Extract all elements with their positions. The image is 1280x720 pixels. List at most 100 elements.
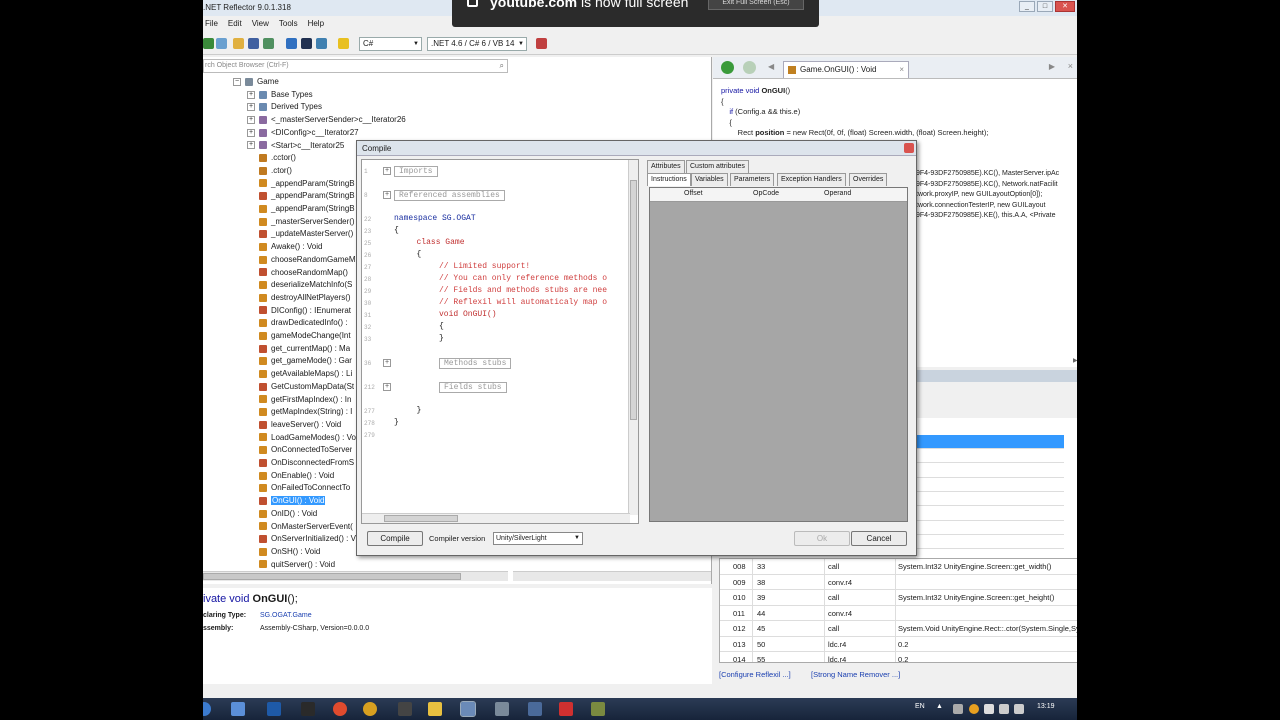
header-opcode[interactable]: OpCode xyxy=(753,190,779,197)
back-icon[interactable] xyxy=(203,38,214,49)
list-item[interactable] xyxy=(916,535,1064,550)
tree-item[interactable]: LoadGameModes() : Vo xyxy=(247,432,356,445)
tree-item[interactable]: getMapIndex(String) : I xyxy=(247,406,352,419)
bookmark-icon[interactable] xyxy=(338,38,349,49)
checkbox-icon[interactable] xyxy=(467,0,478,7)
list-item[interactable] xyxy=(916,449,1064,464)
menu-help[interactable]: Help xyxy=(308,16,324,31)
scroll-thumb[interactable] xyxy=(630,180,637,420)
tree-item[interactable]: get_gameMode() : Gar xyxy=(247,355,352,368)
tree-item[interactable]: deserializeMatchInfo(S xyxy=(247,279,352,292)
tree-item[interactable]: _appendParam(StringB xyxy=(247,190,355,203)
tree-item[interactable]: Awake() : Void xyxy=(247,241,322,254)
search-input[interactable]: rch Object Browser (Ctrl-F) ⌕ xyxy=(203,59,508,73)
tab-exception-handlers[interactable]: Exception Handlers xyxy=(777,173,846,186)
tray-icon[interactable] xyxy=(984,704,994,714)
open-icon[interactable] xyxy=(233,38,244,49)
tree-item[interactable]: _appendParam(StringB xyxy=(247,203,355,216)
app-icon[interactable] xyxy=(591,702,605,716)
tab-scroll-left-icon[interactable]: ◀ xyxy=(768,62,774,71)
tree-item[interactable]: GetCustomMapData(St xyxy=(247,381,354,394)
editor-horizontal-scrollbar[interactable] xyxy=(362,513,630,523)
tree-item[interactable]: + Derived Types xyxy=(247,101,322,114)
reflector-icon[interactable] xyxy=(460,701,476,717)
tray-expand-icon[interactable]: ▲ xyxy=(936,703,943,710)
document-tab-ongui[interactable]: Game.OnGUI() : Void × xyxy=(783,61,909,78)
app-icon[interactable] xyxy=(301,702,315,716)
scroll-right-icon[interactable]: ▶ xyxy=(1073,357,1077,364)
table-row[interactable]: 012 45 call System.Void UnityEngine.Rect::.… xyxy=(720,621,1077,637)
clock[interactable]: 13:19 xyxy=(1037,703,1055,710)
tree-item[interactable]: OnSH() : Void xyxy=(247,546,320,559)
tree-item[interactable]: drawDedicatedInfo() : xyxy=(247,317,347,330)
tree-item[interactable]: .ctor() xyxy=(247,165,292,178)
tree-item[interactable]: leaveServer() : Void xyxy=(247,419,341,432)
menu-file[interactable]: File xyxy=(205,16,218,31)
close-button[interactable]: ✕ xyxy=(1055,1,1075,12)
instructions-grid[interactable]: Offset OpCode Operand xyxy=(649,187,908,522)
app-icon[interactable] xyxy=(528,702,542,716)
list-item[interactable] xyxy=(916,478,1064,493)
cancel-button[interactable]: Cancel xyxy=(851,531,907,546)
tree-item[interactable]: OnServerInitialized() : V xyxy=(247,533,356,546)
app-icon[interactable] xyxy=(267,702,281,716)
code-horizontal-scrollbar[interactable] xyxy=(513,571,711,581)
compile-button[interactable]: Compile xyxy=(367,531,423,546)
tree-item[interactable]: + <DIConfig>c__Iterator27 xyxy=(247,127,359,140)
scroll-thumb[interactable] xyxy=(384,515,458,522)
scroll-thumb[interactable] xyxy=(203,573,461,580)
expand-icon[interactable]: + xyxy=(247,90,255,99)
table-row[interactable]: 013 50 ldc.r4 0.2 xyxy=(720,637,1077,652)
folder-icon[interactable] xyxy=(428,702,442,716)
list-item[interactable] xyxy=(916,492,1064,507)
app-icon[interactable] xyxy=(559,702,573,716)
tree-item[interactable]: + Base Types xyxy=(247,89,313,102)
expand-icon[interactable]: + xyxy=(247,128,255,137)
expand-icon[interactable]: + xyxy=(247,141,255,150)
analyzer-icon[interactable] xyxy=(316,38,327,49)
tree-item[interactable]: + <_masterServerSender>c__Iterator26 xyxy=(247,114,406,127)
tree-item[interactable]: _masterServerSender() xyxy=(247,216,355,229)
tree-item[interactable]: get_currentMap() : Ma xyxy=(247,343,350,356)
expand-region-icon[interactable]: + xyxy=(383,383,391,391)
disassembler-icon[interactable] xyxy=(301,38,312,49)
tab-overrides[interactable]: Overrides xyxy=(849,173,888,186)
tree-item[interactable]: OnFailedToConnectTo xyxy=(247,482,350,495)
tree-item[interactable]: OnMasterServerEvent( xyxy=(247,521,353,534)
close-tab-icon[interactable]: × xyxy=(899,62,904,78)
expand-icon[interactable]: + xyxy=(247,115,255,124)
save-icon[interactable] xyxy=(248,38,259,49)
tree-item[interactable]: .cctor() xyxy=(247,152,296,165)
tray-icon[interactable] xyxy=(953,704,963,714)
tab-parameters[interactable]: Parameters xyxy=(730,173,775,186)
menu-view[interactable]: View xyxy=(252,16,269,31)
expand-icon[interactable]: + xyxy=(247,103,255,112)
chrome-icon[interactable] xyxy=(363,702,377,716)
framework-select[interactable]: .NET 4.6 / C# 6 / VB 14 ▼ xyxy=(427,37,527,51)
refresh-icon[interactable] xyxy=(263,38,274,49)
table-row[interactable]: 014 55 ldc.r4 0.2 xyxy=(720,652,1077,662)
tree-item[interactable]: OnEnable() : Void xyxy=(247,470,334,483)
minimize-button[interactable]: _ xyxy=(1019,1,1035,12)
tab-instructions[interactable]: Instructions xyxy=(647,173,691,186)
tree-item[interactable]: _appendParam(StringB xyxy=(247,178,355,191)
tree-item[interactable]: gameModeChange(Int xyxy=(247,330,351,343)
tree-item[interactable]: getFirstMapIndex() : In xyxy=(247,394,351,407)
app-icon[interactable] xyxy=(231,702,245,716)
list-item[interactable] xyxy=(916,507,1064,522)
reflexil-icon[interactable] xyxy=(536,38,547,49)
tree-item[interactable]: quitServer() : Void xyxy=(247,559,335,572)
language-indicator[interactable]: EN xyxy=(915,703,925,710)
tree-item[interactable]: chooseRandomMap() xyxy=(247,267,348,280)
firefox-icon[interactable] xyxy=(333,702,347,716)
start-icon[interactable] xyxy=(203,702,211,716)
declaring-type-value[interactable]: SG.OGAT.Game xyxy=(260,612,312,619)
editor-vertical-scrollbar[interactable] xyxy=(628,160,638,515)
tree-item[interactable]: OnConnectedToServer xyxy=(247,444,352,457)
dialog-close-button[interactable] xyxy=(904,143,914,153)
tree-item[interactable]: chooseRandomGameM xyxy=(247,254,355,267)
table-row[interactable]: 008 33 call System.Int32 UnityEngine.Screen… xyxy=(720,559,1077,575)
tree-item[interactable]: − Game xyxy=(233,76,279,89)
exit-fullscreen-button[interactable]: Exit Full Screen (Esc) xyxy=(708,0,804,10)
menu-edit[interactable]: Edit xyxy=(228,16,242,31)
